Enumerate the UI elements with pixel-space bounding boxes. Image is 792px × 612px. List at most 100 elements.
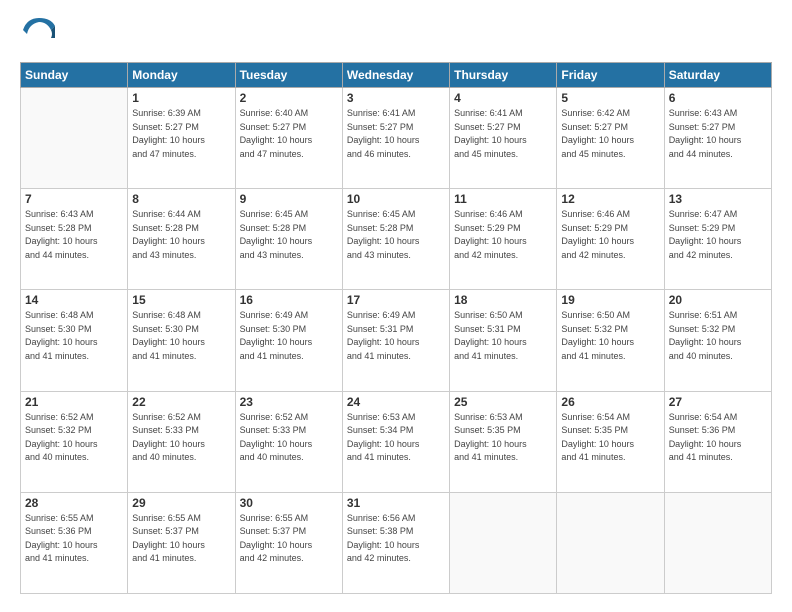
- day-info: Sunrise: 6:52 AMSunset: 5:33 PMDaylight:…: [132, 411, 230, 465]
- day-number: 17: [347, 293, 445, 307]
- day-info: Sunrise: 6:42 AMSunset: 5:27 PMDaylight:…: [561, 107, 659, 161]
- calendar-cell: 6Sunrise: 6:43 AMSunset: 5:27 PMDaylight…: [664, 88, 771, 189]
- calendar-cell: 26 Sunrise: 6:54 AMSunset: 5:35 PMDayligh…: [557, 391, 664, 492]
- calendar-table: SundayMondayTuesdayWednesdayThursdayFrid…: [20, 62, 772, 594]
- day-number: 11: [454, 192, 552, 206]
- calendar-cell: 11 Sunrise: 6:46 AMSunset: 5:29 PMDayligh…: [450, 189, 557, 290]
- calendar-cell: 25Sunrise: 6:53 AMSunset: 5:35 PMDayligh…: [450, 391, 557, 492]
- week-row-4: 28 Sunrise: 6:55 AMSunset: 5:36 PMDayligh…: [21, 492, 772, 593]
- week-row-0: 1 Sunrise: 6:39 AMSunset: 5:27 PMDaylight…: [21, 88, 772, 189]
- weekday-thursday: Thursday: [450, 63, 557, 88]
- calendar-cell: 2Sunrise: 6:40 AMSunset: 5:27 PMDaylight…: [235, 88, 342, 189]
- calendar-cell: 17 Sunrise: 6:49 AMSunset: 5:31 PMDayligh…: [342, 290, 449, 391]
- header: [20, 18, 772, 50]
- day-info: Sunrise: 6:39 AMSunset: 5:27 PMDaylight:…: [132, 107, 230, 161]
- week-row-3: 21 Sunrise: 6:52 AMSunset: 5:32 PMDayligh…: [21, 391, 772, 492]
- day-info: Sunrise: 6:45 AMSunset: 5:28 PMDaylight:…: [347, 208, 445, 262]
- day-number: 28: [25, 496, 123, 510]
- day-info: Sunrise: 6:55 AMSunset: 5:37 PMDaylight:…: [132, 512, 230, 566]
- day-info: Sunrise: 6:55 AMSunset: 5:36 PMDaylight:…: [25, 512, 123, 566]
- day-info: Sunrise: 6:49 AMSunset: 5:30 PMDaylight:…: [240, 309, 338, 363]
- day-number: 21: [25, 395, 123, 409]
- calendar-cell: 13Sunrise: 6:47 AMSunset: 5:29 PMDayligh…: [664, 189, 771, 290]
- day-info: Sunrise: 6:51 AMSunset: 5:32 PMDaylight:…: [669, 309, 767, 363]
- day-info: Sunrise: 6:48 AMSunset: 5:30 PMDaylight:…: [25, 309, 123, 363]
- logo-icon: [23, 18, 55, 50]
- day-number: 7: [25, 192, 123, 206]
- day-number: 9: [240, 192, 338, 206]
- day-number: 25: [454, 395, 552, 409]
- day-number: 20: [669, 293, 767, 307]
- day-number: 22: [132, 395, 230, 409]
- day-info: Sunrise: 6:52 AMSunset: 5:33 PMDaylight:…: [240, 411, 338, 465]
- weekday-sunday: Sunday: [21, 63, 128, 88]
- calendar-body: 1 Sunrise: 6:39 AMSunset: 5:27 PMDaylight…: [21, 88, 772, 594]
- day-info: Sunrise: 6:44 AMSunset: 5:28 PMDaylight:…: [132, 208, 230, 262]
- day-info: Sunrise: 6:52 AMSunset: 5:32 PMDaylight:…: [25, 411, 123, 465]
- calendar-cell: 28 Sunrise: 6:55 AMSunset: 5:36 PMDayligh…: [21, 492, 128, 593]
- calendar-cell: 5 Sunrise: 6:42 AMSunset: 5:27 PMDaylight…: [557, 88, 664, 189]
- calendar-cell: 7 Sunrise: 6:43 AMSunset: 5:28 PMDaylight…: [21, 189, 128, 290]
- day-info: Sunrise: 6:50 AMSunset: 5:32 PMDaylight:…: [561, 309, 659, 363]
- day-number: 14: [25, 293, 123, 307]
- calendar-cell: 21 Sunrise: 6:52 AMSunset: 5:32 PMDayligh…: [21, 391, 128, 492]
- day-info: Sunrise: 6:43 AMSunset: 5:27 PMDaylight:…: [669, 107, 767, 161]
- day-number: 26: [561, 395, 659, 409]
- day-info: Sunrise: 6:54 AMSunset: 5:36 PMDaylight:…: [669, 411, 767, 465]
- day-info: Sunrise: 6:53 AMSunset: 5:34 PMDaylight:…: [347, 411, 445, 465]
- calendar-cell: 12 Sunrise: 6:46 AMSunset: 5:29 PMDayligh…: [557, 189, 664, 290]
- day-info: Sunrise: 6:54 AMSunset: 5:35 PMDaylight:…: [561, 411, 659, 465]
- day-number: 8: [132, 192, 230, 206]
- day-info: Sunrise: 6:46 AMSunset: 5:29 PMDaylight:…: [454, 208, 552, 262]
- calendar-cell: 24 Sunrise: 6:53 AMSunset: 5:34 PMDayligh…: [342, 391, 449, 492]
- week-row-1: 7 Sunrise: 6:43 AMSunset: 5:28 PMDaylight…: [21, 189, 772, 290]
- weekday-friday: Friday: [557, 63, 664, 88]
- calendar-cell: 16 Sunrise: 6:49 AMSunset: 5:30 PMDayligh…: [235, 290, 342, 391]
- calendar-cell: 23 Sunrise: 6:52 AMSunset: 5:33 PMDayligh…: [235, 391, 342, 492]
- page: SundayMondayTuesdayWednesdayThursdayFrid…: [0, 0, 792, 612]
- day-info: Sunrise: 6:43 AMSunset: 5:28 PMDaylight:…: [25, 208, 123, 262]
- calendar-cell: 14 Sunrise: 6:48 AMSunset: 5:30 PMDayligh…: [21, 290, 128, 391]
- day-info: Sunrise: 6:47 AMSunset: 5:29 PMDaylight:…: [669, 208, 767, 262]
- day-number: 19: [561, 293, 659, 307]
- day-info: Sunrise: 6:41 AMSunset: 5:27 PMDaylight:…: [347, 107, 445, 161]
- calendar-cell: 9 Sunrise: 6:45 AMSunset: 5:28 PMDaylight…: [235, 189, 342, 290]
- calendar-cell: [664, 492, 771, 593]
- calendar-cell: 19 Sunrise: 6:50 AMSunset: 5:32 PMDayligh…: [557, 290, 664, 391]
- day-info: Sunrise: 6:50 AMSunset: 5:31 PMDaylight:…: [454, 309, 552, 363]
- week-row-2: 14 Sunrise: 6:48 AMSunset: 5:30 PMDayligh…: [21, 290, 772, 391]
- day-number: 2: [240, 91, 338, 105]
- day-number: 23: [240, 395, 338, 409]
- calendar-cell: 22 Sunrise: 6:52 AMSunset: 5:33 PMDayligh…: [128, 391, 235, 492]
- day-number: 12: [561, 192, 659, 206]
- calendar-cell: 18 Sunrise: 6:50 AMSunset: 5:31 PMDayligh…: [450, 290, 557, 391]
- day-number: 1: [132, 91, 230, 105]
- day-number: 30: [240, 496, 338, 510]
- day-info: Sunrise: 6:45 AMSunset: 5:28 PMDaylight:…: [240, 208, 338, 262]
- day-number: 16: [240, 293, 338, 307]
- day-info: Sunrise: 6:48 AMSunset: 5:30 PMDaylight:…: [132, 309, 230, 363]
- weekday-tuesday: Tuesday: [235, 63, 342, 88]
- calendar-cell: 4Sunrise: 6:41 AMSunset: 5:27 PMDaylight…: [450, 88, 557, 189]
- calendar-cell: 8 Sunrise: 6:44 AMSunset: 5:28 PMDaylight…: [128, 189, 235, 290]
- day-info: Sunrise: 6:46 AMSunset: 5:29 PMDaylight:…: [561, 208, 659, 262]
- calendar-cell: 15 Sunrise: 6:48 AMSunset: 5:30 PMDayligh…: [128, 290, 235, 391]
- day-number: 29: [132, 496, 230, 510]
- day-number: 3: [347, 91, 445, 105]
- calendar-cell: [557, 492, 664, 593]
- day-number: 31: [347, 496, 445, 510]
- weekday-monday: Monday: [128, 63, 235, 88]
- day-number: 15: [132, 293, 230, 307]
- calendar-cell: 29 Sunrise: 6:55 AMSunset: 5:37 PMDayligh…: [128, 492, 235, 593]
- calendar-cell: 10Sunrise: 6:45 AMSunset: 5:28 PMDayligh…: [342, 189, 449, 290]
- day-number: 18: [454, 293, 552, 307]
- day-number: 5: [561, 91, 659, 105]
- day-info: Sunrise: 6:55 AMSunset: 5:37 PMDaylight:…: [240, 512, 338, 566]
- calendar-cell: [21, 88, 128, 189]
- weekday-wednesday: Wednesday: [342, 63, 449, 88]
- day-number: 27: [669, 395, 767, 409]
- weekday-saturday: Saturday: [664, 63, 771, 88]
- day-info: Sunrise: 6:49 AMSunset: 5:31 PMDaylight:…: [347, 309, 445, 363]
- day-number: 24: [347, 395, 445, 409]
- day-number: 4: [454, 91, 552, 105]
